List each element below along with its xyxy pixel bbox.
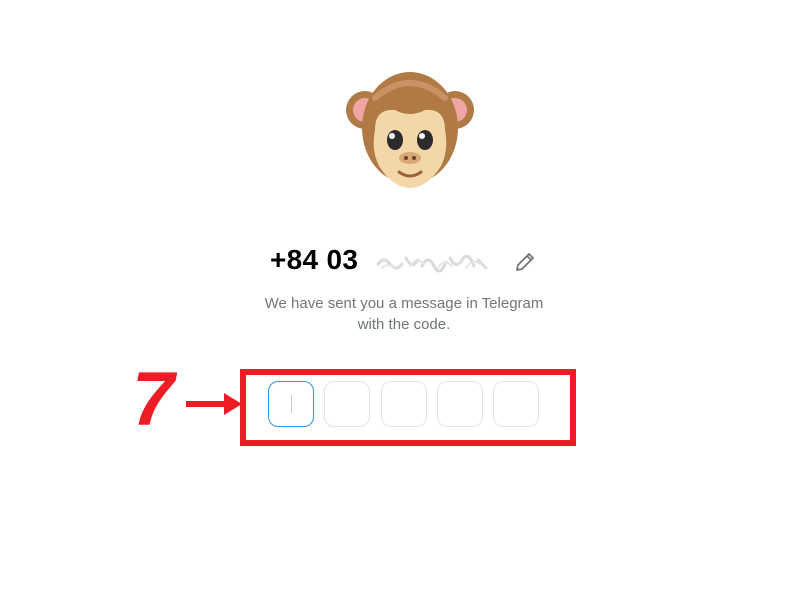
text-caret (291, 395, 292, 413)
telegram-login-code-page: +84 03 We have sent you a message in Tel… (0, 0, 800, 598)
code-sent-message: We have sent you a message in Telegram w… (200, 293, 608, 335)
phone-number-row: +84 03 (0, 240, 800, 284)
pencil-icon[interactable] (513, 250, 537, 274)
phone-number: +84 03 (270, 244, 359, 275)
code-input-5[interactable] (493, 381, 539, 427)
code-input-3[interactable] (381, 381, 427, 427)
code-input-2[interactable] (324, 381, 370, 427)
subtitle-line-2: with the code. (357, 316, 451, 333)
step-number-annotation: 7 (132, 357, 175, 442)
code-input-4[interactable] (437, 381, 483, 427)
monkey-face-icon (346, 72, 474, 188)
subtitle-line-1: We have sent you a message in Telegram (264, 295, 544, 312)
redacted-phone-digits (376, 254, 488, 273)
code-input-1[interactable] (268, 381, 314, 427)
right-arrow-icon (186, 393, 242, 415)
